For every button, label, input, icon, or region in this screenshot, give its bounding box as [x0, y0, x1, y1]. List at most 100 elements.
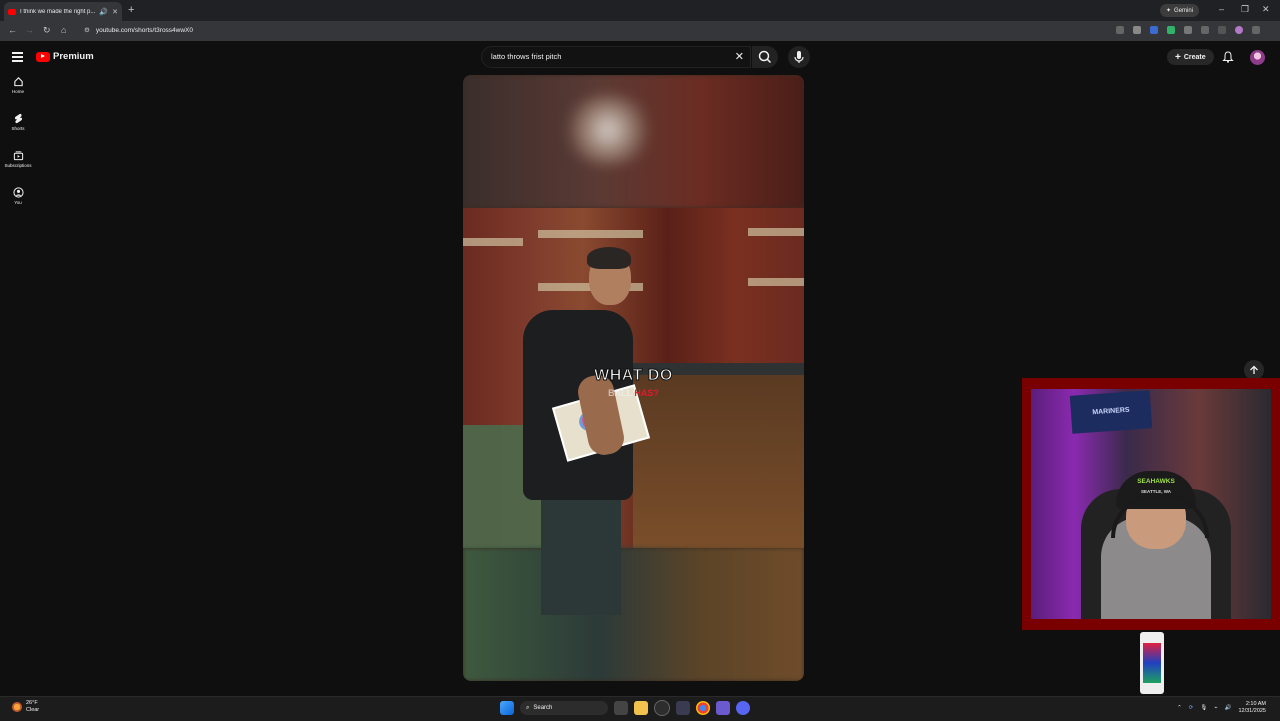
- minimize-icon[interactable]: –: [1219, 4, 1224, 14]
- hamburger-menu-icon[interactable]: [12, 52, 23, 64]
- counter-shape: [633, 375, 804, 548]
- extension-icons: [1116, 26, 1260, 34]
- rail-item-home[interactable]: Home: [0, 76, 36, 113]
- video-caption-sub: BALL HAS?: [463, 388, 804, 398]
- you-icon: [12, 187, 24, 198]
- home-icon[interactable]: ⌂: [61, 25, 66, 35]
- rail-label-subscriptions: Subscriptions: [4, 163, 32, 168]
- tab-title: I think we made the right p...: [20, 8, 96, 15]
- search-button[interactable]: [752, 46, 778, 68]
- sparkle-icon: ✦: [1166, 8, 1172, 14]
- weather-widget[interactable]: 26°F Clear: [12, 700, 39, 714]
- youtube-favicon-icon: [8, 8, 16, 15]
- new-tab-icon[interactable]: +: [128, 4, 134, 16]
- extension-blue-icon[interactable]: [1150, 26, 1158, 34]
- search-input[interactable]: [489, 51, 733, 62]
- url-field[interactable]: ⚙ youtube.com/shorts/t3ross4wwX0: [84, 26, 194, 35]
- scroll-up-button[interactable]: [1244, 360, 1264, 380]
- rail-label-shorts: Shorts: [11, 126, 25, 131]
- address-bar-row: ← → ↻ ⌂ ⚙ youtube.com/shorts/t3ross4wwX0: [0, 21, 1280, 41]
- weather-condition: Clear: [26, 707, 40, 713]
- caption-sub-word-2: HAS?: [634, 388, 659, 398]
- back-icon[interactable]: ←: [8, 25, 17, 35]
- windows-taskbar: 26°F Clear ⌕ Search ⌃ ⟳ 🎙 ⌁ 🔊 2:10 AM 12…: [0, 696, 1280, 721]
- plus-icon: +: [1175, 51, 1181, 63]
- tray-mic-icon[interactable]: 🎙: [1200, 705, 1207, 711]
- search-box[interactable]: ✕: [481, 46, 751, 68]
- search-icon: [758, 50, 772, 64]
- voice-search-button[interactable]: [788, 46, 810, 68]
- discord-icon[interactable]: [736, 701, 750, 715]
- gemini-label: Gemini: [1174, 7, 1194, 14]
- windows-start-icon[interactable]: [500, 701, 514, 715]
- create-button[interactable]: + Create: [1167, 49, 1214, 65]
- chrome-icon[interactable]: [696, 701, 710, 715]
- kebab-menu-icon[interactable]: [1252, 26, 1260, 34]
- reload-icon[interactable]: ↻: [43, 25, 51, 36]
- clock-time: 2:10 AM: [1245, 701, 1266, 707]
- clock-date: 12/31/2025: [1238, 708, 1266, 714]
- youtube-logo[interactable]: Premium: [36, 51, 94, 62]
- video-frame-bottom: [463, 548, 804, 681]
- home-icon: [13, 77, 23, 87]
- create-label: Create: [1183, 53, 1206, 61]
- mariners-banner: MARINERS: [1069, 390, 1153, 434]
- subscriptions-icon: [13, 151, 23, 161]
- profile-icon[interactable]: [1218, 26, 1226, 34]
- shorts-icon: [14, 113, 22, 124]
- taskbar-apps: ⌕ Search: [500, 700, 750, 716]
- volume-icon[interactable]: 🔊: [1225, 705, 1232, 711]
- youtube-play-icon: [36, 51, 50, 62]
- tray-chevron-up-icon[interactable]: ⌃: [1177, 705, 1182, 711]
- cast-icon[interactable]: [1116, 26, 1124, 34]
- media-player-icon[interactable]: [676, 701, 690, 715]
- grid-app-icon[interactable]: [716, 701, 730, 715]
- bookmark-star-icon[interactable]: [1133, 26, 1141, 34]
- sidebar-icon[interactable]: [1201, 26, 1209, 34]
- taskbar-search[interactable]: ⌕ Search: [520, 701, 608, 715]
- guide-rail: Home Shorts Subscriptions You: [0, 76, 36, 224]
- rail-item-you[interactable]: You: [0, 187, 36, 224]
- logo-text: Premium: [53, 51, 94, 62]
- caption-sub-word-1: BALL: [608, 388, 632, 398]
- video-frame-top: [463, 75, 804, 208]
- youtube-header: Premium ✕ + Create: [0, 41, 1280, 73]
- clear-search-icon[interactable]: ✕: [735, 50, 744, 63]
- file-explorer-icon[interactable]: [634, 701, 648, 715]
- close-tab-icon[interactable]: ✕: [112, 8, 118, 16]
- account-avatar-icon[interactable]: [1235, 26, 1243, 34]
- weather-moon-icon: [12, 702, 22, 712]
- system-tray: ⌃ ⟳ 🎙 ⌁ 🔊 2:10 AM 12/31/2025: [1177, 701, 1266, 715]
- rail-label-you: You: [14, 200, 22, 205]
- tray-app-icon[interactable]: ⟳: [1189, 705, 1194, 711]
- forward-icon[interactable]: →: [25, 25, 34, 35]
- rail-item-shorts[interactable]: Shorts: [0, 113, 36, 150]
- restore-icon[interactable]: ❐: [1241, 4, 1249, 15]
- video-caption: WHAT DO: [594, 367, 673, 385]
- taskbar-search-label: Search: [533, 705, 553, 711]
- task-view-icon[interactable]: [614, 701, 628, 715]
- gemini-button[interactable]: ✦ Gemini: [1160, 4, 1200, 17]
- cap-text: SEAHAWKS: [1137, 478, 1175, 485]
- notifications-bell-icon[interactable]: [1222, 51, 1234, 63]
- browser-tab[interactable]: I think we made the right p... 🔊 ✕: [4, 2, 122, 21]
- weather-temp: 26°F: [26, 700, 38, 706]
- extension-green-icon[interactable]: [1167, 26, 1175, 34]
- browser-tab-bar: I think we made the right p... 🔊 ✕ + ✦ G…: [0, 0, 1280, 21]
- shorts-video-player[interactable]: WHAT DO BALL HAS?: [463, 75, 804, 681]
- search-icon: ⌕: [526, 704, 530, 711]
- network-icon[interactable]: ⌁: [1214, 705, 1217, 711]
- clock[interactable]: 2:10 AM 12/31/2025: [1238, 701, 1266, 715]
- user-avatar[interactable]: [1250, 50, 1265, 65]
- webcam-overlay: MARINERS SEAHAWKS SEATTLE, WA: [1022, 378, 1280, 630]
- app-icon[interactable]: [654, 700, 670, 716]
- close-window-icon[interactable]: ✕: [1262, 4, 1270, 15]
- url-text: youtube.com/shorts/t3ross4wwX0: [95, 26, 194, 34]
- rail-item-subscriptions[interactable]: Subscriptions: [0, 150, 36, 187]
- site-info-icon[interactable]: ⚙: [84, 26, 90, 34]
- arrow-up-icon: [1250, 365, 1258, 374]
- microphone-icon: [794, 51, 804, 63]
- audio-icon[interactable]: 🔊: [99, 8, 108, 16]
- extensions-puzzle-icon[interactable]: [1184, 26, 1192, 34]
- rail-label-home: Home: [11, 89, 24, 94]
